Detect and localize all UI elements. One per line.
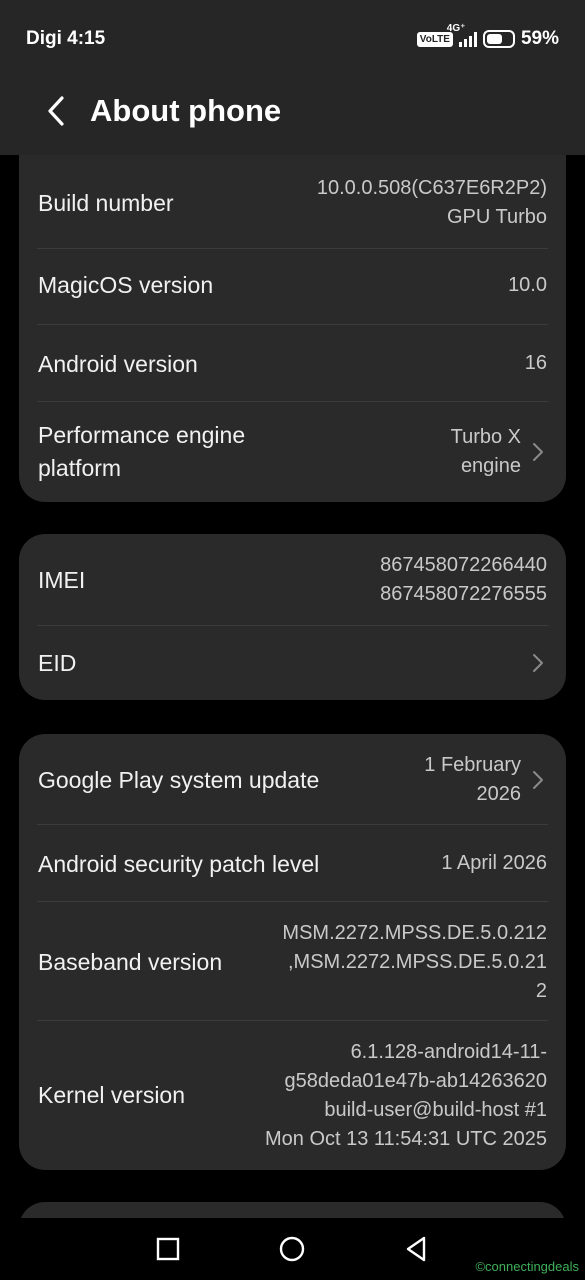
app-header-foreground: About phone bbox=[0, 80, 585, 155]
google-play-update-value-line1: 1 February bbox=[424, 754, 521, 776]
back-icon[interactable] bbox=[40, 94, 74, 128]
baseband-version-label: Baseband version bbox=[38, 949, 223, 975]
recent-apps-icon[interactable] bbox=[153, 1234, 183, 1264]
watermark: ©connectingdeals bbox=[475, 1259, 579, 1274]
row-performance-engine[interactable]: Performance engine platform Turbo X engi… bbox=[38, 401, 547, 501]
status-bar: Digi 4:15 VoLTE 4G⁺ 59% bbox=[0, 0, 585, 80]
battery-percent: 59% bbox=[520, 28, 559, 49]
chevron-right-icon bbox=[533, 443, 543, 461]
home-icon[interactable] bbox=[277, 1234, 307, 1264]
imei-label: IMEI bbox=[38, 567, 86, 593]
row-build-number[interactable]: Build number 10.0.0.508(C637E6R2P2) GPU … bbox=[38, 172, 547, 248]
baseband-version-value-line1: MSM.2272.MPSS.DE.5.0.212 bbox=[282, 922, 547, 944]
row-magicos-version[interactable]: MagicOS version 10.0 bbox=[38, 248, 547, 324]
kernel-version-value-line2: g58deda01e47b-ab14263620 bbox=[284, 1070, 548, 1092]
battery-icon bbox=[482, 30, 515, 48]
security-patch-label: Android security patch level bbox=[38, 851, 320, 877]
status-icons: VoLTE 4G⁺ 59% bbox=[416, 23, 559, 50]
performance-engine-label-line2: platform bbox=[38, 455, 122, 481]
network-type-icon: 4G⁺ bbox=[446, 23, 466, 34]
chevron-right-icon bbox=[533, 654, 543, 672]
row-baseband-version[interactable]: Baseband version MSM.2272.MPSS.DE.5.0.21… bbox=[38, 901, 547, 1020]
row-eid[interactable]: EID bbox=[38, 625, 547, 700]
kernel-version-value-line3: build-user@build-host #1 bbox=[324, 1099, 547, 1121]
header-title: About phone bbox=[90, 93, 282, 128]
baseband-version-value-line3: 2 bbox=[535, 980, 547, 1002]
build-number-value-line2: GPU Turbo bbox=[446, 206, 547, 228]
card-identifiers: IMEI 867458072266440 867458072276555 EID bbox=[19, 534, 566, 700]
imei-value-line2: 867458072276555 bbox=[380, 583, 547, 605]
carrier-time: Digi 4:15 bbox=[26, 28, 106, 49]
magicos-version-label: MagicOS version bbox=[38, 272, 214, 298]
row-imei[interactable]: IMEI 867458072266440 867458072276555 bbox=[38, 534, 547, 624]
card-software-info: Google Play system update 1 February 202… bbox=[19, 734, 566, 1170]
navigation-bar: ©connectingdeals bbox=[0, 1218, 585, 1280]
performance-engine-value-line2: engine bbox=[460, 455, 521, 477]
row-kernel-version[interactable]: Kernel version 6.1.128-android14-11- g58… bbox=[38, 1020, 547, 1170]
imei-value-line1: 867458072266440 bbox=[380, 554, 547, 576]
build-number-label: Build number bbox=[38, 190, 174, 216]
kernel-version-value-line1: 6.1.128-android14-11- bbox=[350, 1041, 547, 1063]
performance-engine-label-line1: Performance engine bbox=[38, 422, 246, 448]
eid-label: EID bbox=[38, 650, 77, 676]
row-security-patch[interactable]: Android security patch level 1 April 202… bbox=[38, 824, 547, 901]
security-patch-value: 1 April 2026 bbox=[441, 852, 547, 874]
magicos-version-value: 10.0 bbox=[508, 274, 547, 296]
kernel-version-value-line4: Mon Oct 13 11:54:31 UTC 2025 bbox=[264, 1128, 547, 1150]
card-device-info: Build number 10.0.0.508(C637E6R2P2) GPU … bbox=[19, 130, 566, 502]
android-version-label: Android version bbox=[38, 351, 198, 377]
google-play-update-label: Google Play system update bbox=[38, 767, 320, 793]
back-nav-icon[interactable] bbox=[402, 1234, 432, 1264]
kernel-version-label: Kernel version bbox=[38, 1082, 186, 1108]
baseband-version-value-line2: ,MSM.2272.MPSS.DE.5.0.21 bbox=[287, 951, 547, 973]
chevron-right-icon bbox=[533, 771, 543, 789]
google-play-update-value-line2: 2026 bbox=[476, 783, 522, 805]
performance-engine-value-line1: Turbo X bbox=[450, 426, 521, 448]
android-version-value: 16 bbox=[524, 352, 547, 374]
build-number-value-line1: 10.0.0.508(C637E6R2P2) bbox=[316, 177, 547, 199]
row-google-play-update[interactable]: Google Play system update 1 February 202… bbox=[38, 734, 547, 824]
row-android-version[interactable]: Android version 16 bbox=[38, 324, 547, 400]
